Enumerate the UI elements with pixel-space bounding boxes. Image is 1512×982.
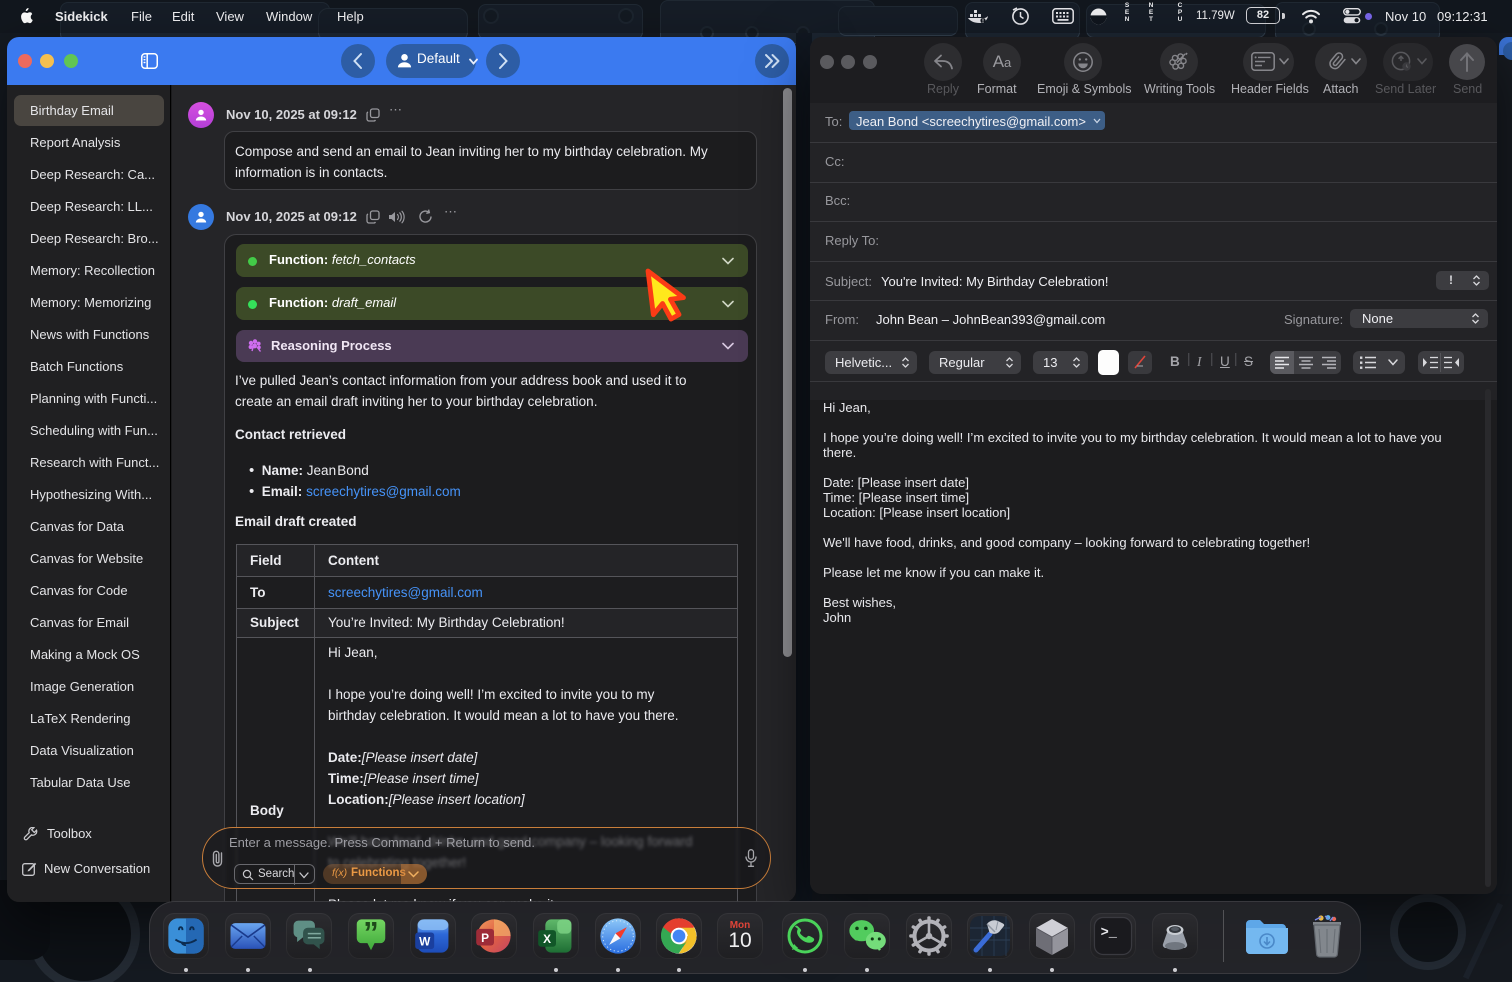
svg-text:>_: >_	[1101, 926, 1118, 941]
svg-text:X: X	[543, 932, 551, 946]
svg-text:!: !	[982, 19, 984, 24]
svg-text:”: ”	[363, 917, 378, 950]
svg-text:W: W	[419, 935, 431, 949]
svg-text:P: P	[481, 931, 489, 945]
